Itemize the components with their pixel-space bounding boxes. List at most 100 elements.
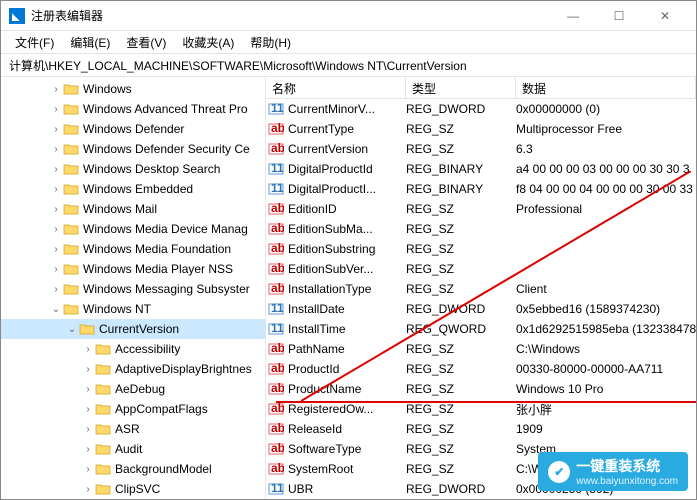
value-name: UBR xyxy=(286,482,406,496)
folder-icon xyxy=(63,122,79,136)
tree-node[interactable]: ›Windows Advanced Threat Pro xyxy=(1,99,265,119)
header-name[interactable]: 名称 xyxy=(266,77,406,98)
tree-node[interactable]: ›ClipSVC xyxy=(1,479,265,499)
value-row[interactable]: abCurrentVersionREG_SZ6.3 xyxy=(266,139,696,159)
menu-favorites[interactable]: 收藏夹(A) xyxy=(176,32,240,53)
value-row[interactable]: abReleaseIdREG_SZ1909 xyxy=(266,419,696,439)
tree-label: CurrentVersion xyxy=(99,322,179,336)
chevron-down-icon[interactable]: ⌄ xyxy=(65,324,79,335)
string-value-icon: ab xyxy=(266,401,286,417)
tree-label: Windows Desktop Search xyxy=(83,162,220,176)
chevron-right-icon[interactable]: › xyxy=(49,204,63,215)
header-data[interactable]: 数据 xyxy=(516,77,696,98)
tree-label: Accessibility xyxy=(115,342,180,356)
tree-node[interactable]: ›Audit xyxy=(1,439,265,459)
chevron-right-icon[interactable]: › xyxy=(49,224,63,235)
tree-label: AppCompatFlags xyxy=(115,402,208,416)
tree-node[interactable]: › AdaptiveDisplayBrightnes xyxy=(1,359,265,379)
tree-node[interactable]: ›Windows Media Player NSS xyxy=(1,259,265,279)
tree-node[interactable]: ›Windows Messaging Subsyster xyxy=(1,279,265,299)
header-type[interactable]: 类型 xyxy=(406,77,516,98)
svg-text:ab: ab xyxy=(271,381,284,395)
chevron-right-icon[interactable]: › xyxy=(81,344,95,355)
tree-node[interactable]: › AppCompatFlags xyxy=(1,399,265,419)
chevron-right-icon[interactable]: › xyxy=(49,284,63,295)
minimize-button[interactable]: — xyxy=(550,1,596,31)
tree-node[interactable]: ›Windows Media Foundation xyxy=(1,239,265,259)
chevron-right-icon[interactable]: › xyxy=(81,364,95,375)
tree-label: Windows Embedded xyxy=(83,182,193,196)
chevron-right-icon[interactable]: › xyxy=(49,244,63,255)
menu-help[interactable]: 帮助(H) xyxy=(244,32,297,53)
tree-node[interactable]: › Windows Desktop Search xyxy=(1,159,265,179)
chevron-right-icon[interactable]: › xyxy=(49,184,63,195)
folder-icon xyxy=(63,202,79,216)
tree-label: AeDebug xyxy=(115,382,165,396)
tree-node[interactable]: ›Windows Defender xyxy=(1,119,265,139)
value-name: SoftwareType xyxy=(286,442,406,456)
tree-node[interactable]: › Windows Embedded xyxy=(1,179,265,199)
watermark-url: www.baiyunxitong.com xyxy=(576,476,678,487)
chevron-right-icon[interactable]: › xyxy=(81,384,95,395)
chevron-right-icon[interactable]: › xyxy=(81,444,95,455)
svg-text:ab: ab xyxy=(271,221,284,235)
chevron-right-icon[interactable]: › xyxy=(49,84,63,95)
value-row[interactable]: 110CurrentMinorV...REG_DWORD0x00000000 (… xyxy=(266,99,696,119)
tree-node[interactable]: › AeDebug xyxy=(1,379,265,399)
chevron-right-icon[interactable]: › xyxy=(49,144,63,155)
tree-node[interactable]: › Accessibility xyxy=(1,339,265,359)
folder-icon xyxy=(63,142,79,156)
menu-view[interactable]: 查看(V) xyxy=(120,32,172,53)
key-tree[interactable]: ›Windows›Windows Advanced Threat Pro›Win… xyxy=(1,77,266,499)
watermark-text: 一键重装系统 xyxy=(576,456,678,476)
watermark-logo-icon: ✔ xyxy=(548,461,570,483)
tree-node[interactable]: ›Windows Mail xyxy=(1,199,265,219)
value-type: REG_SZ xyxy=(406,122,516,136)
svg-text:ab: ab xyxy=(271,141,284,155)
close-button[interactable]: ✕ xyxy=(642,1,688,31)
chevron-right-icon[interactable]: › xyxy=(81,464,95,475)
tree-node[interactable]: ›ASR xyxy=(1,419,265,439)
chevron-right-icon[interactable]: › xyxy=(49,264,63,275)
chevron-right-icon[interactable]: › xyxy=(81,484,95,495)
tree-node[interactable]: ⌄Windows NT xyxy=(1,299,265,319)
svg-text:110: 110 xyxy=(271,181,284,195)
value-type: REG_SZ xyxy=(406,442,516,456)
chevron-right-icon[interactable]: › xyxy=(49,124,63,135)
folder-icon xyxy=(63,242,79,256)
chevron-right-icon[interactable]: › xyxy=(49,104,63,115)
svg-text:ab: ab xyxy=(271,121,284,135)
value-data: 0x00000000 (0) xyxy=(516,102,696,116)
tree-node[interactable]: ⌄ CurrentVersion xyxy=(1,319,265,339)
menu-file[interactable]: 文件(F) xyxy=(9,32,60,53)
chevron-right-icon[interactable]: › xyxy=(81,424,95,435)
tree-node[interactable]: ›Windows xyxy=(1,79,265,99)
binary-value-icon: 110 xyxy=(266,181,286,197)
string-value-icon: ab xyxy=(266,421,286,437)
string-value-icon: ab xyxy=(266,141,286,157)
svg-text:ab: ab xyxy=(271,241,284,255)
tree-label: AdaptiveDisplayBrightnes xyxy=(115,362,252,376)
tree-label: Windows Defender Security Ce xyxy=(83,142,250,156)
value-row[interactable]: abCurrentTypeREG_SZMultiprocessor Free xyxy=(266,119,696,139)
tree-node[interactable]: ›Windows Media Device Manag xyxy=(1,219,265,239)
folder-icon xyxy=(95,422,111,436)
chevron-right-icon[interactable]: › xyxy=(81,404,95,415)
address-bar[interactable]: 计算机\HKEY_LOCAL_MACHINE\SOFTWARE\Microsof… xyxy=(1,53,696,77)
menu-edit[interactable]: 编辑(E) xyxy=(64,32,116,53)
tree-node[interactable]: ›BackgroundModel xyxy=(1,459,265,479)
string-value-icon: ab xyxy=(266,341,286,357)
string-value-icon: ab xyxy=(266,461,286,477)
folder-icon xyxy=(95,342,111,356)
svg-text:110: 110 xyxy=(271,301,284,315)
chevron-right-icon[interactable]: › xyxy=(49,164,63,175)
value-data: 1909 xyxy=(516,422,696,436)
chevron-down-icon[interactable]: ⌄ xyxy=(49,304,63,315)
svg-text:110: 110 xyxy=(271,321,284,335)
binary-value-icon: 110 xyxy=(266,101,286,117)
annotation-underline xyxy=(276,401,696,403)
value-name: ReleaseId xyxy=(286,422,406,436)
maximize-button[interactable]: ☐ xyxy=(596,1,642,31)
tree-node[interactable]: › Windows Defender Security Ce xyxy=(1,139,265,159)
binary-value-icon: 110 xyxy=(266,301,286,317)
